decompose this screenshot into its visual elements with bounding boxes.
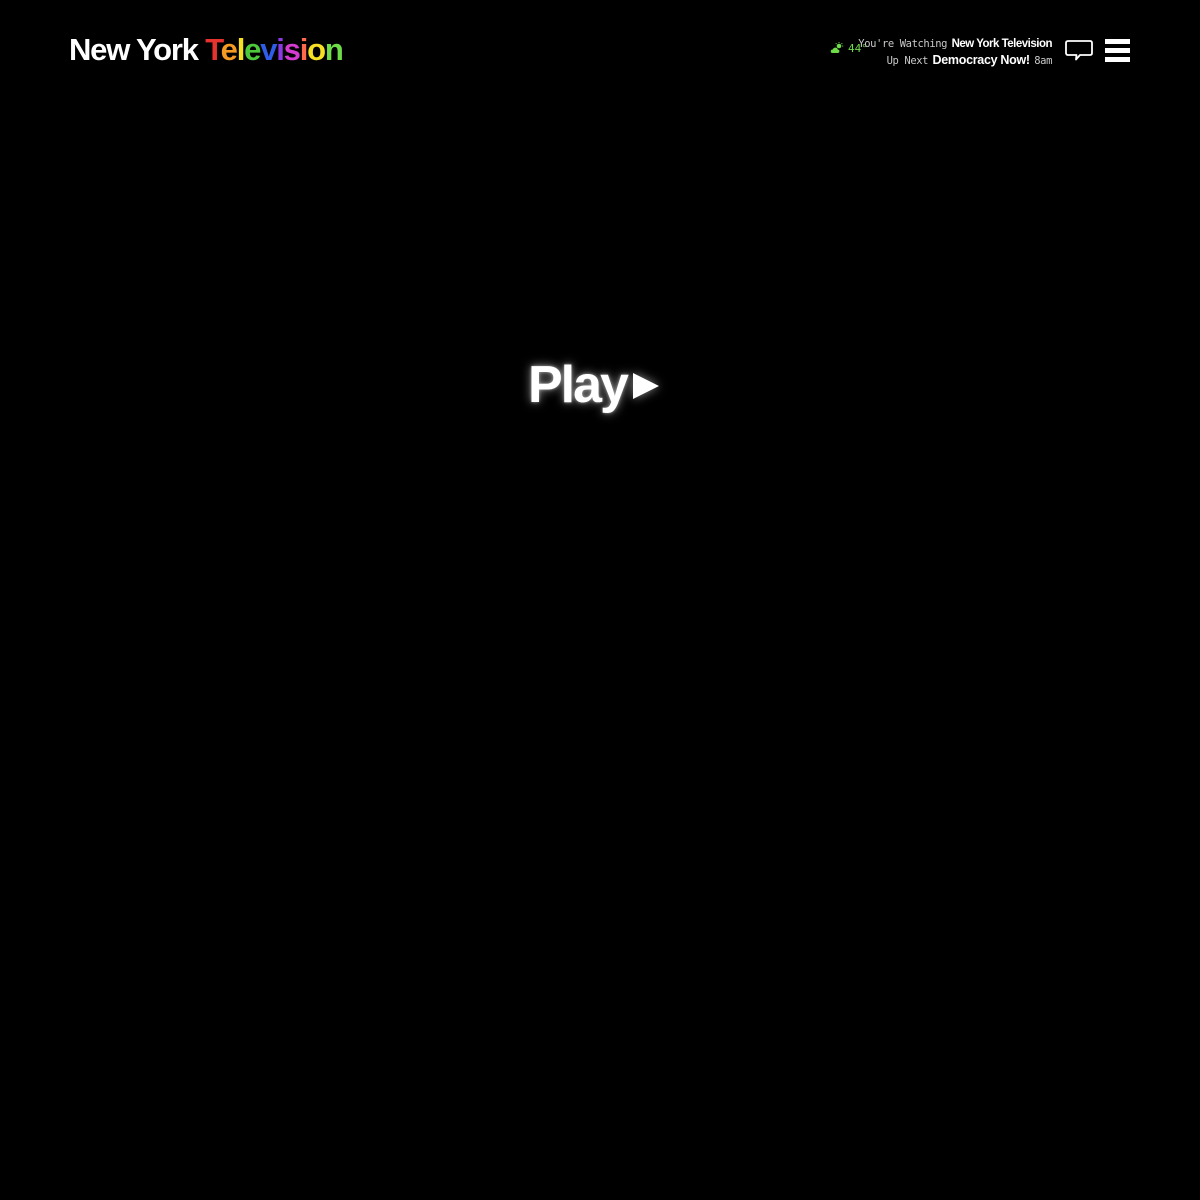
- logo-letter: T: [205, 32, 222, 67]
- cloud-sun-icon: [830, 42, 844, 54]
- logo-letter: v: [260, 32, 277, 67]
- watching-title: New York Television: [951, 38, 1053, 50]
- menu-button[interactable]: [1105, 38, 1131, 64]
- site-header: New York Television 44° You're Watching …: [0, 0, 1200, 100]
- logo-text-main: New York: [69, 32, 206, 67]
- logo-letter: e: [244, 32, 261, 67]
- logo-letter: i: [299, 32, 309, 67]
- now-playing-info[interactable]: You're Watching New York Television Up N…: [858, 35, 1052, 69]
- up-next-label: Up Next: [886, 55, 929, 67]
- logo-letter: s: [283, 32, 301, 67]
- play-button[interactable]: Play: [528, 352, 661, 418]
- play-label: Play: [528, 356, 629, 414]
- logo-letter: o: [307, 32, 326, 67]
- now-watching-row: You're Watching New York Television: [858, 35, 1052, 52]
- logo-letter: n: [324, 32, 344, 67]
- up-next-row: Up Next Democracy Now! 8am: [858, 52, 1053, 69]
- logo-letter: i: [276, 32, 285, 67]
- watching-label: You're Watching: [858, 38, 948, 50]
- up-next-title: Democracy Now!: [932, 53, 1031, 67]
- chat-button[interactable]: [1064, 38, 1094, 64]
- speech-bubble-icon: [1064, 40, 1094, 68]
- logo-text-accent: Television: [205, 32, 344, 67]
- up-next-time: 8am: [1034, 55, 1052, 67]
- logo-letter: e: [220, 32, 238, 67]
- site-logo[interactable]: New York Television: [69, 31, 344, 69]
- play-triangle-icon: [631, 371, 661, 406]
